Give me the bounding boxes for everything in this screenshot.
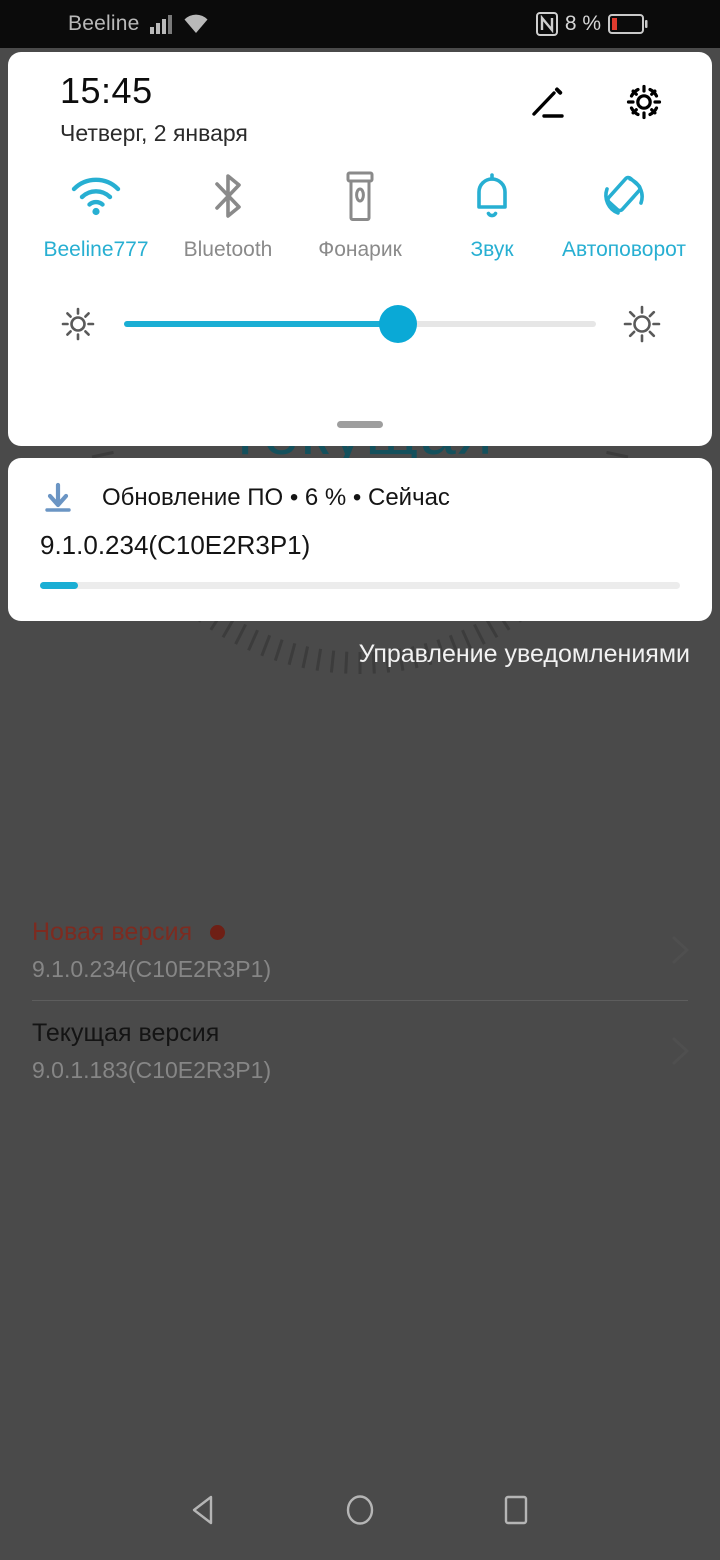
status-bar-left: Beeline bbox=[68, 12, 209, 36]
tile-wifi[interactable]: Beeline777 bbox=[30, 168, 162, 262]
auto-rotate-icon bbox=[598, 168, 650, 224]
tile-bluetooth[interactable]: Bluetooth bbox=[162, 168, 294, 262]
battery-low-icon bbox=[608, 14, 648, 34]
notification-meta-label: Обновление ПО • 6 % • Сейчас bbox=[102, 484, 450, 511]
brightness-slider-thumb[interactable] bbox=[378, 305, 417, 343]
bluetooth-icon bbox=[209, 168, 247, 224]
back-triangle-icon bbox=[192, 1495, 213, 1525]
quick-settings-panel[interactable]: 15:45 Четверг, 2 января Beeline777 Bluet… bbox=[8, 52, 712, 446]
flashlight-icon bbox=[343, 168, 377, 224]
brightness-low-icon bbox=[61, 307, 95, 341]
battery-percent-label: 8 % bbox=[564, 12, 601, 35]
date-label: Четверг, 2 января bbox=[60, 120, 248, 146]
gear-icon[interactable] bbox=[622, 80, 666, 124]
new-version-badge-dot bbox=[210, 924, 226, 940]
notification-header: Обновление ПО • 6 % • Сейчас bbox=[8, 458, 712, 516]
wifi-icon bbox=[69, 168, 123, 224]
new-version-subtitle: 9.1.0.234(C10E2R3P1) bbox=[32, 956, 272, 982]
manage-notifications-label[interactable]: Управление уведомлениями bbox=[359, 640, 690, 668]
chevron-right-icon bbox=[672, 936, 689, 964]
recents-square-icon bbox=[504, 1495, 528, 1525]
brightness-slider-track[interactable] bbox=[124, 305, 596, 343]
home-circle-icon bbox=[346, 1495, 374, 1525]
brightness-slider-fill bbox=[124, 321, 398, 327]
quick-settings-tiles: Beeline777 Bluetooth Фонарик Звук Автопо… bbox=[8, 168, 712, 262]
quick-settings-header: 15:45 Четверг, 2 января bbox=[8, 52, 712, 162]
nav-recents-button[interactable] bbox=[494, 1488, 538, 1532]
wifi-icon bbox=[184, 14, 208, 33]
clock-label: 15:45 bbox=[60, 70, 153, 111]
notification-title-label: 9.1.0.234(C10E2R3P1) bbox=[40, 530, 311, 560]
navigation-bar bbox=[0, 1460, 720, 1560]
panel-drag-handle[interactable] bbox=[337, 421, 383, 428]
tile-label-sound: Звук bbox=[470, 238, 514, 261]
chevron-right-icon bbox=[672, 1037, 689, 1065]
cellular-signal-icon bbox=[150, 15, 173, 34]
current-version-title: Текущая версия bbox=[32, 1019, 220, 1047]
list-item-current-version[interactable]: Текущая версия 9.0.1.183(C10E2R3P1) bbox=[0, 1001, 720, 1101]
tile-label-bluetooth: Bluetooth bbox=[183, 238, 273, 261]
tile-autorotate[interactable]: Автоповорот bbox=[558, 168, 690, 262]
tile-label-autorotate: Автоповорот bbox=[562, 238, 686, 261]
notification-progress-track bbox=[40, 582, 680, 589]
tile-label-wifi: Beeline777 bbox=[43, 238, 149, 261]
header-actions bbox=[526, 80, 666, 124]
nav-home-button[interactable] bbox=[338, 1488, 382, 1532]
nav-back-button[interactable] bbox=[182, 1488, 226, 1532]
bell-sound-icon bbox=[470, 168, 514, 224]
download-icon bbox=[45, 482, 71, 512]
nfc-icon bbox=[535, 12, 558, 36]
notification-progress-fill bbox=[40, 582, 79, 589]
list-item-new-version[interactable]: Новая версия 9.1.0.234(C10E2R3P1) bbox=[0, 900, 720, 1000]
tile-sound[interactable]: Звук bbox=[426, 168, 558, 262]
status-bar: Beeline 8 % bbox=[0, 0, 720, 48]
status-bar-right: 8 % bbox=[535, 12, 648, 36]
notification-card-software-update[interactable]: Обновление ПО • 6 % • Сейчас 9.1.0.234(C… bbox=[8, 458, 712, 621]
current-version-subtitle: 9.0.1.183(C10E2R3P1) bbox=[32, 1057, 272, 1083]
brightness-slider-row[interactable] bbox=[8, 304, 712, 344]
tile-flashlight[interactable]: Фонарик bbox=[294, 168, 426, 262]
carrier-label: Beeline bbox=[68, 12, 140, 35]
brightness-high-icon bbox=[623, 305, 661, 343]
manage-notifications-row[interactable]: Управление уведомлениями bbox=[0, 640, 720, 669]
tile-label-flashlight: Фонарик bbox=[318, 238, 402, 261]
pencil-edit-icon[interactable] bbox=[526, 80, 570, 124]
new-version-title: Новая версия bbox=[32, 916, 688, 948]
version-list: Новая версия 9.1.0.234(C10E2R3P1) Текуща… bbox=[0, 900, 720, 1101]
